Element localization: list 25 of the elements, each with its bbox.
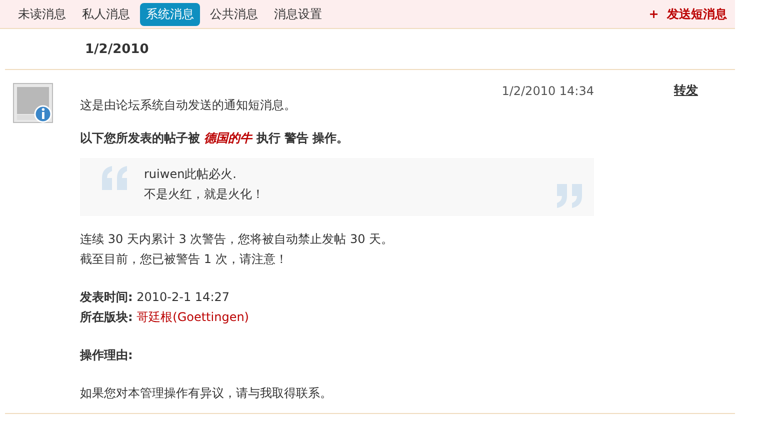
- field-label: 发表时间:: [80, 290, 133, 304]
- tab[interactable]: 系统消息: [140, 2, 200, 26]
- quote-text: 不是火红，就是火化！: [144, 186, 265, 203]
- send-message-link[interactable]: + 发送短消息: [648, 6, 727, 22]
- warning-text: 截至目前，您已被警告 1 次，请注意！: [80, 251, 288, 268]
- tab[interactable]: 私人消息: [76, 2, 136, 26]
- message-time: 1/2/2010 14:34: [502, 84, 594, 98]
- forward-link[interactable]: 转发: [674, 82, 698, 99]
- forum-link[interactable]: 哥廷根(Goettingen): [136, 310, 249, 324]
- close-quote-icon: [554, 184, 584, 208]
- intro-text: 这是由论坛系统自动发送的通知短消息。: [80, 97, 297, 114]
- notice-text: 以下您所发表的帖子被 德国的牛 执行 警告 操作。: [80, 130, 350, 147]
- tab[interactable]: 公共消息: [204, 2, 264, 26]
- tab[interactable]: 未读消息: [12, 2, 72, 26]
- system-avatar-icon: [13, 83, 53, 123]
- warning-text: 连续 30 天内累计 3 次警告，您将被自动禁止发帖 30 天。: [80, 231, 394, 248]
- field-label: 所在版块:: [80, 310, 133, 324]
- contact-text: 如果您对本管理操作有异议，请与我取得联系。: [80, 385, 333, 402]
- field-label: 操作理由:: [80, 347, 134, 364]
- date-heading: 1/2/2010: [85, 42, 149, 56]
- user-link[interactable]: 德国的牛: [204, 131, 252, 145]
- quote-text: ruiwen此帖必火.: [144, 166, 238, 183]
- tab[interactable]: 消息设置: [268, 2, 328, 26]
- post-time-value: 2010-2-1 14:27: [136, 290, 230, 304]
- open-quote-icon: [100, 166, 130, 190]
